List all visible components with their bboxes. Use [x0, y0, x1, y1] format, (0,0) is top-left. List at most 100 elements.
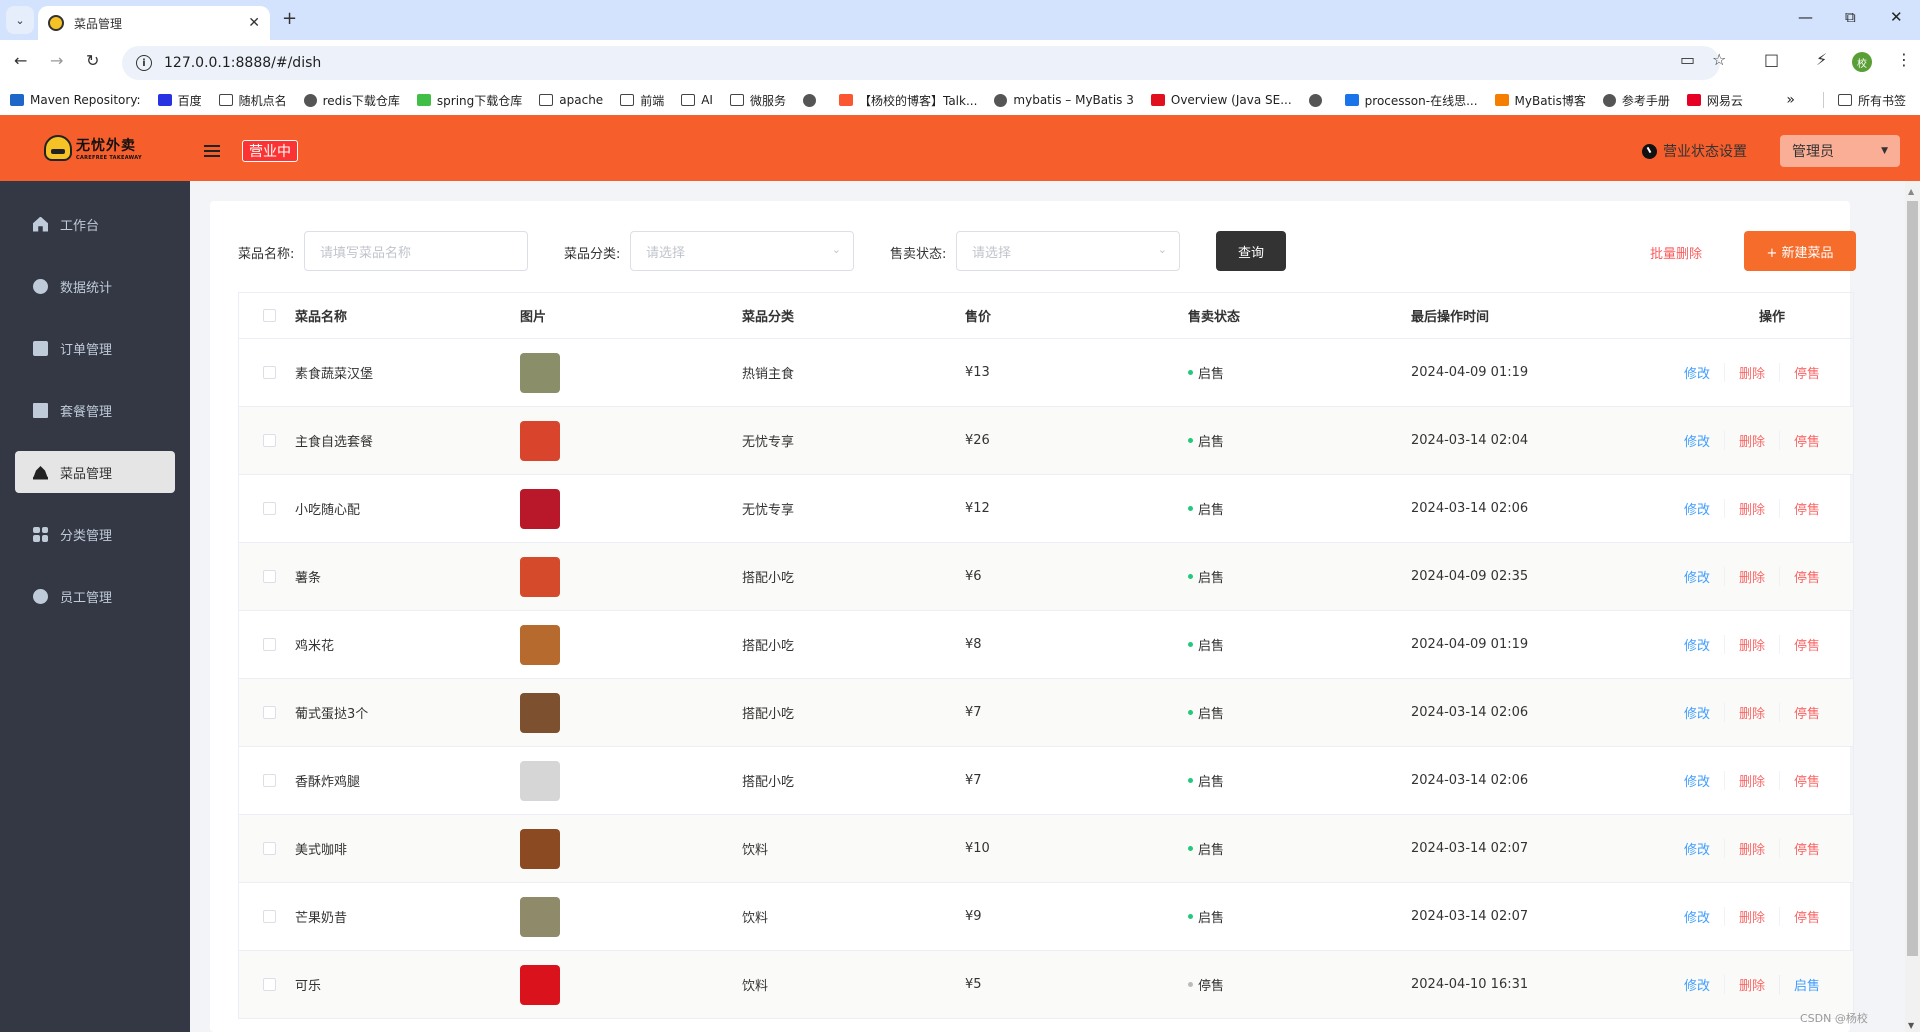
- toggle-sale-button[interactable]: 停售: [1779, 499, 1834, 518]
- business-status-setting-button[interactable]: 营业状态设置: [1642, 141, 1747, 161]
- row-checkbox[interactable]: [262, 978, 276, 991]
- performance-icon[interactable]: ⚡: [1816, 50, 1827, 69]
- toggle-sale-button[interactable]: 启售: [1779, 975, 1834, 994]
- bookmark-star-icon[interactable]: ☆: [1712, 50, 1726, 69]
- close-window-button[interactable]: ✕: [1890, 8, 1903, 26]
- row-checkbox[interactable]: [262, 706, 276, 719]
- page-scrollbar[interactable]: ▲ ▼: [1905, 181, 1920, 1032]
- reload-button[interactable]: ↻: [86, 51, 99, 70]
- minimize-button[interactable]: —: [1798, 8, 1813, 26]
- bookmark-item[interactable]: 百度: [157, 92, 202, 109]
- bookmark-item[interactable]: processon-在线思...: [1344, 92, 1478, 109]
- row-checkbox[interactable]: [262, 774, 276, 787]
- bookmark-item[interactable]: [1308, 93, 1328, 107]
- bookmark-item[interactable]: spring下载仓库: [416, 92, 522, 109]
- delete-button[interactable]: 删除: [1723, 499, 1779, 518]
- sidebar-item-gift[interactable]: 套餐管理: [15, 389, 175, 431]
- bookmark-item[interactable]: apache: [539, 93, 603, 107]
- all-bookmarks-button[interactable]: 所有书签: [1837, 92, 1906, 109]
- toggle-sale-button[interactable]: 停售: [1779, 703, 1834, 722]
- row-checkbox[interactable]: [262, 502, 276, 515]
- bookmark-item[interactable]: 随机点名: [218, 92, 287, 109]
- forward-button[interactable]: →: [50, 51, 63, 70]
- dish-name-input[interactable]: 请填写菜品名称: [304, 231, 528, 271]
- edit-button[interactable]: 修改: [1670, 975, 1724, 994]
- sidebar-item-chart[interactable]: 数据统计: [15, 265, 175, 307]
- edit-button[interactable]: 修改: [1670, 635, 1724, 654]
- back-button[interactable]: ←: [14, 51, 27, 70]
- edit-button[interactable]: 修改: [1670, 771, 1724, 790]
- bookmark-item[interactable]: Overview (Java SE...: [1150, 93, 1292, 107]
- toggle-sale-button[interactable]: 停售: [1779, 431, 1834, 450]
- delete-button[interactable]: 删除: [1723, 839, 1779, 858]
- toggle-sale-button[interactable]: 停售: [1779, 771, 1834, 790]
- delete-button[interactable]: 删除: [1723, 635, 1779, 654]
- tab-search-button[interactable]: ⌄: [6, 6, 34, 34]
- sidebar-item-staff[interactable]: 员工管理: [15, 575, 175, 617]
- toggle-sale-button[interactable]: 停售: [1779, 907, 1834, 926]
- url-input[interactable]: i 127.0.0.1:8888/#/dish: [122, 46, 1720, 80]
- edit-button[interactable]: 修改: [1670, 363, 1724, 382]
- restore-button[interactable]: ⧉: [1845, 8, 1856, 26]
- bookmark-item[interactable]: MyBatis博客: [1494, 92, 1586, 109]
- bookmark-item[interactable]: 前端: [620, 92, 664, 109]
- row-checkbox[interactable]: [262, 366, 276, 379]
- bookmark-item[interactable]: [802, 93, 822, 107]
- toggle-sale-button[interactable]: 停售: [1779, 839, 1834, 858]
- more-menu-icon[interactable]: ⋮: [1896, 50, 1912, 69]
- bookmark-item[interactable]: redis下载仓库: [303, 92, 400, 109]
- site-info-icon[interactable]: i: [136, 55, 152, 71]
- scroll-down-icon[interactable]: ▼: [1908, 1021, 1914, 1030]
- sidebar-item-home[interactable]: 工作台: [15, 203, 175, 245]
- bookmark-item[interactable]: 【杨校的博客】Talk...: [838, 92, 977, 109]
- bookmark-item[interactable]: AI: [681, 93, 713, 107]
- bookmark-item[interactable]: 微服务: [729, 92, 786, 109]
- bookmark-item[interactable]: 网易云: [1686, 92, 1743, 109]
- bookmark-item[interactable]: mybatis – MyBatis 3: [994, 93, 1134, 107]
- toggle-sale-button[interactable]: 停售: [1779, 567, 1834, 586]
- install-app-icon[interactable]: ▭: [1680, 50, 1695, 69]
- delete-button[interactable]: 删除: [1723, 431, 1779, 450]
- row-checkbox[interactable]: [262, 434, 276, 447]
- row-checkbox[interactable]: [262, 910, 276, 923]
- close-tab-icon[interactable]: ✕: [248, 15, 260, 31]
- profile-avatar[interactable]: 校: [1852, 52, 1872, 72]
- edit-button[interactable]: 修改: [1670, 839, 1724, 858]
- scroll-up-icon[interactable]: ▲: [1908, 187, 1914, 196]
- toggle-sale-button[interactable]: 停售: [1779, 363, 1834, 382]
- extensions-icon[interactable]: □: [1764, 50, 1779, 69]
- edit-button[interactable]: 修改: [1670, 907, 1724, 926]
- edit-button[interactable]: 修改: [1670, 431, 1724, 450]
- sidebar-item-grid[interactable]: 分类管理: [15, 513, 175, 555]
- batch-delete-button[interactable]: 批量删除: [1650, 243, 1702, 262]
- bookmark-item[interactable]: 参考手册: [1602, 92, 1670, 109]
- delete-button[interactable]: 删除: [1723, 363, 1779, 382]
- category-select[interactable]: 请选择 ⌄: [630, 231, 854, 271]
- toggle-sale-button[interactable]: 停售: [1779, 635, 1834, 654]
- delete-button[interactable]: 删除: [1723, 703, 1779, 722]
- more-bookmarks-button[interactable]: »: [1786, 92, 1795, 108]
- select-all-checkbox[interactable]: [262, 309, 276, 322]
- sale-status-select[interactable]: 请选择 ⌄: [956, 231, 1180, 271]
- delete-button[interactable]: 删除: [1723, 907, 1779, 926]
- menu-toggle-icon[interactable]: [204, 145, 220, 157]
- query-button[interactable]: 查询: [1216, 231, 1286, 271]
- new-dish-button[interactable]: + 新建菜品: [1744, 231, 1856, 271]
- row-checkbox[interactable]: [262, 638, 276, 651]
- scrollbar-thumb[interactable]: [1907, 201, 1918, 956]
- sidebar-item-order[interactable]: 订单管理: [15, 327, 175, 369]
- sidebar-item-label: 分类管理: [60, 528, 113, 544]
- delete-button[interactable]: 删除: [1723, 771, 1779, 790]
- edit-button[interactable]: 修改: [1670, 567, 1724, 586]
- edit-button[interactable]: 修改: [1670, 703, 1724, 722]
- bookmark-item[interactable]: Maven Repository:: [10, 93, 141, 107]
- browser-tab[interactable]: 菜品管理 ✕: [38, 6, 270, 40]
- row-checkbox[interactable]: [262, 570, 276, 583]
- user-dropdown[interactable]: 管理员 ▼: [1780, 135, 1900, 167]
- edit-button[interactable]: 修改: [1670, 499, 1724, 518]
- delete-button[interactable]: 删除: [1723, 567, 1779, 586]
- sidebar-item-dish[interactable]: 菜品管理: [15, 451, 175, 493]
- row-checkbox[interactable]: [262, 842, 276, 855]
- delete-button[interactable]: 删除: [1723, 975, 1779, 994]
- new-tab-button[interactable]: +: [282, 8, 297, 29]
